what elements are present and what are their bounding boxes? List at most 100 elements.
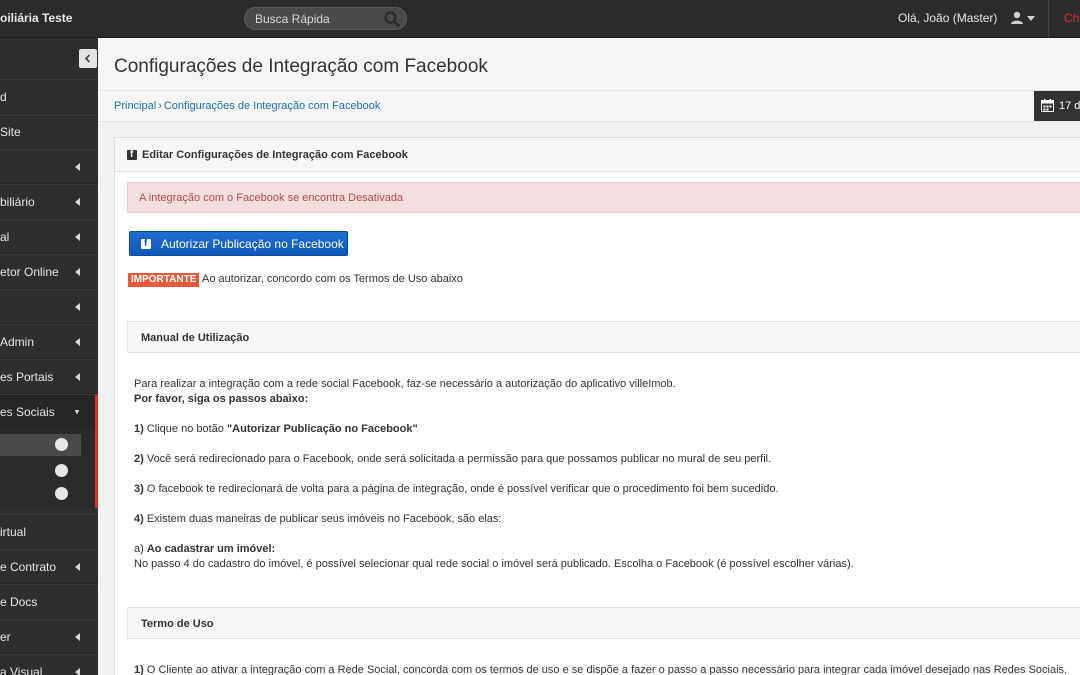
caret-left-icon — [75, 563, 80, 571]
term-text: O Cliente ao ativar a integração com a R… — [143, 664, 1068, 675]
sidebar-item-visual[interactable]: a Visual — [0, 654, 98, 675]
manual-section-title: Manual de Utilização — [141, 332, 250, 344]
user-icon — [1011, 11, 1023, 24]
sidebar-item-label: d — [0, 90, 7, 104]
step-text: Existem duas maneiras de publicar seus i… — [143, 513, 502, 525]
important-badge: IMPORTANTE — [128, 273, 200, 287]
manual-follow-text: Por favor, siga os passos abaixo: — [134, 393, 309, 405]
terms-section-header: Termo de Uso — [127, 607, 1080, 639]
sidebar-item-label: e Contrato — [0, 560, 57, 574]
chevron-left-icon — [84, 54, 91, 63]
caret-left-icon — [75, 163, 80, 171]
caret-left-icon — [75, 668, 80, 675]
authorize-facebook-label: Autorizar Publicação no Facebook — [161, 237, 344, 251]
sidebar-item-site[interactable]: Site — [0, 114, 98, 149]
user-greeting[interactable]: Olá, João (Master) — [898, 11, 997, 25]
user-menu-toggle[interactable] — [1010, 11, 1036, 27]
search-input[interactable] — [255, 11, 380, 26]
caret-down-icon — [74, 410, 80, 415]
date-range-picker[interactable]: 17 d — [1034, 91, 1080, 121]
step-number: 3) — [134, 483, 144, 495]
step-number: 4) — [134, 513, 144, 525]
sidebar: d Site biliário al etor Online Admin es … — [0, 38, 98, 675]
page-title: Configurações de Integração com Facebook — [114, 56, 488, 77]
sidebar-collapse-button[interactable] — [79, 49, 97, 68]
step-number: 2) — [134, 453, 144, 465]
sidebar-item-7[interactable] — [0, 289, 98, 324]
caret-left-icon — [75, 373, 80, 381]
manual-intro: Para realizar a integração com a rede so… — [134, 378, 676, 390]
sidebar-item-er[interactable]: er — [0, 619, 98, 654]
manual-step-3: 3) O facebook te redirecionará de volta … — [134, 483, 779, 495]
facebook-square-icon: f — [127, 149, 137, 160]
submenu-item-1[interactable] — [0, 434, 81, 456]
facebook-square-icon: f — [141, 238, 151, 249]
topbar-divider — [1048, 0, 1049, 38]
manual-follow: Por favor, siga os passos abaixo: — [134, 393, 308, 405]
search-icon — [384, 11, 400, 27]
caret-left-icon — [75, 268, 80, 276]
terms-item-1: 1) O Cliente ao ativar a integração com … — [134, 664, 1067, 675]
caret-left-icon — [75, 338, 80, 346]
radio-dot-icon — [55, 487, 68, 500]
date-range-text: 17 d — [1059, 100, 1080, 112]
sidebar-item-corretor-online[interactable]: etor Online — [0, 254, 98, 289]
sidebar-item-label: etor Online — [0, 265, 59, 279]
portlet-title: Editar Configurações de Integração com F… — [142, 149, 408, 161]
sidebar-item-3[interactable] — [0, 149, 98, 184]
manual-option-a-text: No passo 4 do cadastro do imóvel, é poss… — [134, 558, 854, 570]
sidebar-item-label: Site — [0, 125, 21, 139]
step-bold-text: "Autorizar Publicação no Facebook" — [226, 423, 418, 435]
authorize-facebook-button[interactable]: f Autorizar Publicação no Facebook — [129, 231, 348, 256]
submenu-redes-sociais — [0, 428, 98, 508]
sidebar-item-label: es Portais — [0, 370, 54, 384]
calendar-icon — [1041, 99, 1054, 112]
breadcrumb-separator: › — [158, 100, 162, 112]
manual-option-a: a) Ao cadastrar um imóvel: — [134, 543, 275, 555]
caret-left-icon — [75, 233, 80, 241]
sidebar-item-redes-sociais[interactable]: es Sociais — [0, 394, 98, 429]
caret-down-icon — [1027, 16, 1035, 21]
sidebar-item-imobiliario[interactable]: biliário — [0, 184, 98, 219]
breadcrumb-bar: Principal › Configurações de Integração co… — [98, 90, 1080, 122]
step-text: Você será redirecionado para o Facebook,… — [143, 453, 772, 465]
sidebar-item-label: er — [0, 630, 11, 644]
quick-search — [244, 7, 407, 30]
submenu-item-2[interactable] — [0, 460, 81, 482]
radio-dot-icon — [55, 464, 68, 477]
main-content: Configurações de Integração com Facebook… — [98, 38, 1080, 675]
term-number: 1) — [134, 664, 144, 675]
caret-left-icon — [75, 303, 80, 311]
breadcrumb-current-link[interactable]: Configurações de Integração com Facebook — [164, 100, 380, 112]
sidebar-item-dashboard[interactable]: d — [0, 79, 98, 114]
manual-step-1: 1) Clique no botão "Autorizar Publicação… — [134, 423, 418, 435]
submenu-item-3[interactable] — [0, 483, 81, 505]
facebook-config-portlet: f Editar Configurações de Integração com… — [114, 137, 1080, 675]
sidebar-item-docs[interactable]: e Docs — [0, 584, 98, 619]
sidebar-item-portais[interactable]: es Portais — [0, 359, 98, 394]
sidebar-item-label: a Visual — [0, 665, 43, 675]
manual-step-4: 4) Existem duas maneiras de publicar seu… — [134, 513, 501, 525]
sidebar-item-admin[interactable]: Admin — [0, 324, 98, 359]
terms-section-title: Termo de Uso — [141, 618, 214, 630]
integration-status-alert: A integração com o Facebook se encontra … — [127, 182, 1080, 213]
sidebar-item-al[interactable]: al — [0, 219, 98, 254]
sidebar-item-label: e Docs — [0, 595, 38, 609]
portlet-header: f Editar Configurações de Integração com… — [115, 138, 1080, 172]
sidebar-item-label: es Sociais — [0, 405, 55, 419]
important-text: Ao autorizar, concordo com os Termos de … — [202, 273, 463, 285]
step-text: Clique no botão — [143, 423, 227, 435]
page-header: Configurações de Integração com Facebook — [98, 38, 1080, 90]
step-text: O facebook te redirecionará de volta par… — [143, 483, 779, 495]
app-brand[interactable]: oiliária Teste — [0, 11, 72, 25]
sidebar-item-label: irtual — [0, 525, 27, 539]
caret-left-icon — [75, 633, 80, 641]
sidebar-item-contrato[interactable]: e Contrato — [0, 549, 98, 584]
option-prefix: a) — [134, 543, 147, 555]
search-button[interactable] — [382, 9, 402, 29]
caret-left-icon — [75, 198, 80, 206]
logout-link[interactable]: Ch — [1064, 11, 1079, 25]
breadcrumb-home-link[interactable]: Principal — [114, 100, 156, 112]
sidebar-item-virtual[interactable]: irtual — [0, 514, 98, 549]
manual-step-2: 2) Você será redirecionado para o Facebo… — [134, 453, 771, 465]
